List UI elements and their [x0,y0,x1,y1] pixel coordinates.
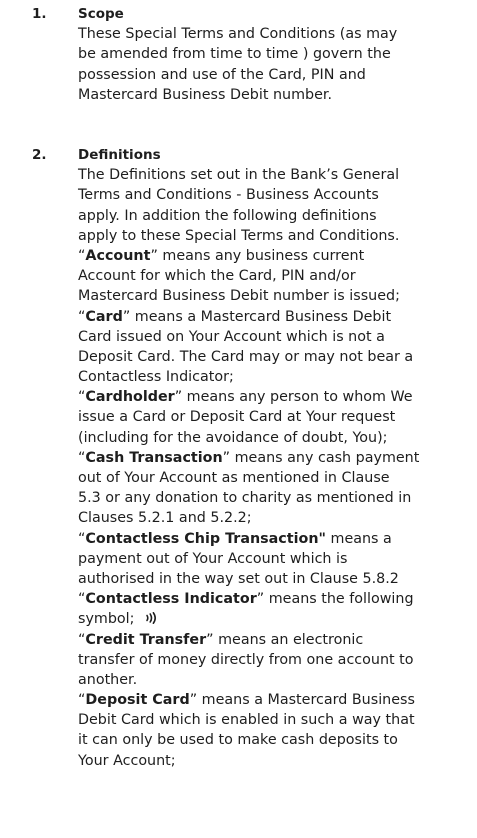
text-line: Account for which the Card, PIN and/or [78,268,356,285]
definition-term: Contactless Chip Transaction" [85,530,326,547]
text-line: possession and use of the Card, PIN and [78,66,366,83]
text-line: authorised in the way set out in Clause … [78,570,399,587]
text-line: payment out of Your Account which is [78,550,348,567]
section-body: The Definitions set out in the Bank’s Ge… [78,165,472,771]
text-line: issue a Card or Deposit Card at Your req… [78,409,396,426]
section-number: 2. [32,147,47,163]
definition-term: Contactless Indicator [85,591,257,608]
definition-text: ” means any person to whom We [174,389,413,406]
definition-text: ” means any cash payment [222,449,420,466]
definition-text: ” means a Mastercard Business [189,692,415,709]
section-title: Definitions [78,147,161,163]
definition-contactless-indicator: “Contactless Indicator” means the follow… [78,589,472,609]
text-line: apply. In addition the following definit… [78,207,377,224]
definition-card: “Card” means a Mastercard Business Debit [78,307,472,327]
text-line: be amended from time to time ) govern th… [78,46,391,63]
text-line: transfer of money directly from one acco… [78,651,414,668]
definition-text: symbol; [78,611,135,628]
definition-term: Cardholder [85,389,175,406]
text-line: apply to these Special Terms and Conditi… [78,227,400,244]
definition-term: Account [85,247,151,264]
text-line: Deposit Card. The Card may or may not be… [78,348,414,365]
contactless-indicator-icon [144,610,158,625]
text-line: Mastercard Business Debit number. [78,86,332,103]
text-line: These Special Terms and Conditions (as m… [78,26,398,43]
text-line: 5.3 or any donation to charity as mentio… [78,490,412,507]
text-line: The Definitions set out in the Bank’s Ge… [78,167,400,184]
text-line: it can only be used to make cash deposit… [78,732,398,749]
definition-deposit-card: “Deposit Card” means a Mastercard Busine… [78,690,472,710]
text-line: another. [78,671,138,688]
definition-text: ” means any business current [150,247,365,264]
definition-account: “Account” means any business current [78,246,472,266]
text-line: Contactless Indicator; [78,369,234,386]
definition-text: means a [325,530,392,547]
text-line-with-icon: symbol; [78,609,472,629]
definition-text: ” means the following [256,591,414,608]
section-number: 1. [32,6,47,22]
section-body: These Special Terms and Conditions (as m… [78,24,472,105]
text-line: Your Account; [78,752,176,769]
definition-text: ” means an electronic [206,631,364,648]
text-line: out of Your Account as mentioned in Clau… [78,470,390,486]
text-line: Card issued on Your Account which is not… [78,328,385,345]
definition-term: Card [85,308,123,325]
definition-contactless-chip-transaction: “Contactless Chip Transaction" means a [78,529,472,549]
definition-cash-transaction: “Cash Transaction” means any cash paymen… [78,448,472,468]
text-line: Mastercard Business Debit number is issu… [78,288,400,305]
section-title: Scope [78,6,124,22]
text-line: Terms and Conditions - Business Accounts [78,187,379,204]
definition-text: ” means a Mastercard Business Debit [122,308,392,325]
text-line: Clauses 5.2.1 and 5.2.2; [78,510,252,527]
definition-term: Deposit Card [85,692,190,709]
definition-term: Credit Transfer [85,631,207,648]
definition-cardholder: “Cardholder” means any person to whom We [78,387,472,407]
text-line: Debit Card which is enabled in such a wa… [78,712,415,729]
definition-term: Cash Transaction [85,449,223,466]
definition-credit-transfer: “Credit Transfer” means an electronic [78,630,472,650]
text-line: (including for the avoidance of doubt, Y… [78,429,388,446]
